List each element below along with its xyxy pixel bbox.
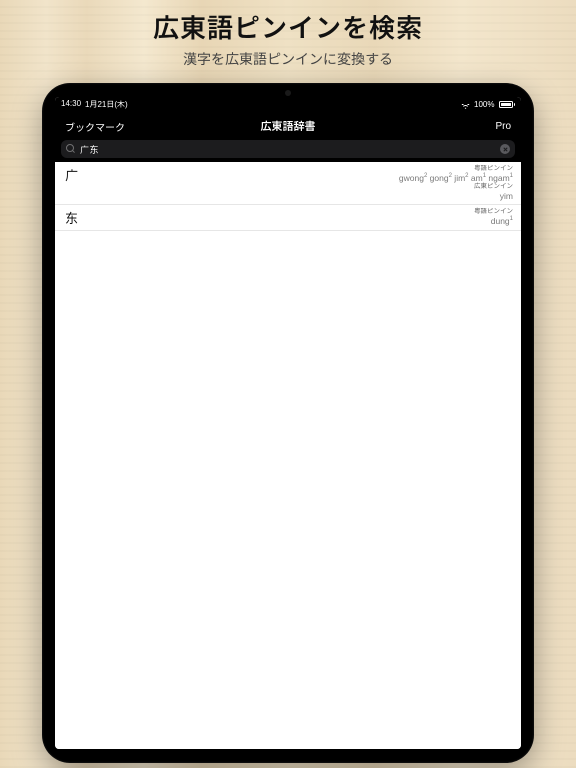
- search-text: 广东: [80, 143, 99, 156]
- result-char: 广: [65, 165, 85, 201]
- reading-value: yim: [399, 191, 513, 201]
- status-time: 14:30: [61, 99, 81, 110]
- search-bar: 广东: [55, 140, 521, 162]
- reading-label: 粤語ピンイン: [399, 165, 513, 173]
- reading-value: gwong2 gong2 jim2 am1 ngam1: [399, 173, 513, 183]
- bookmarks-button[interactable]: ブックマーク: [65, 119, 125, 134]
- results-list: 广粤語ピンインgwong2 gong2 jim2 am1 ngam1広東ピンイン…: [55, 162, 521, 749]
- result-row[interactable]: 广 粤語ピンインgwong2 gong2 jim2 am1 ngam1広東ピンイン…: [55, 162, 521, 205]
- screen: 14:30 1月21日(木) 100% ブックマーク 広東語辞書 Pro 广东: [55, 97, 521, 749]
- result-readings: 粤語ピンインdung1: [474, 208, 513, 227]
- clear-icon[interactable]: [500, 144, 510, 154]
- reading-label: 粤語ピンイン: [474, 208, 513, 216]
- battery-percent: 100%: [474, 100, 494, 109]
- wifi-icon: [461, 100, 470, 109]
- promo-title: 広東語ピンインを検索: [153, 8, 423, 45]
- pro-button[interactable]: Pro: [495, 121, 511, 132]
- battery-icon: [499, 101, 516, 108]
- reading-label: 広東ピンイン: [399, 183, 513, 191]
- result-char: 东: [65, 208, 85, 227]
- result-row[interactable]: 东 粤語ピンインdung1: [55, 205, 521, 231]
- nav-bar: ブックマーク 広東語辞書 Pro: [55, 112, 521, 140]
- reading-value: dung1: [474, 216, 513, 226]
- promo-subtitle: 漢字を広東語ピンインに変換する: [183, 49, 393, 69]
- tablet-frame: 14:30 1月21日(木) 100% ブックマーク 広東語辞書 Pro 广东: [42, 83, 534, 763]
- search-input[interactable]: 广东: [61, 140, 515, 158]
- status-bar: 14:30 1月21日(木) 100%: [55, 97, 521, 112]
- status-date: 1月21日(木): [85, 99, 128, 110]
- result-readings: 粤語ピンインgwong2 gong2 jim2 am1 ngam1広東ピンインy…: [399, 165, 513, 201]
- search-icon: [66, 144, 76, 154]
